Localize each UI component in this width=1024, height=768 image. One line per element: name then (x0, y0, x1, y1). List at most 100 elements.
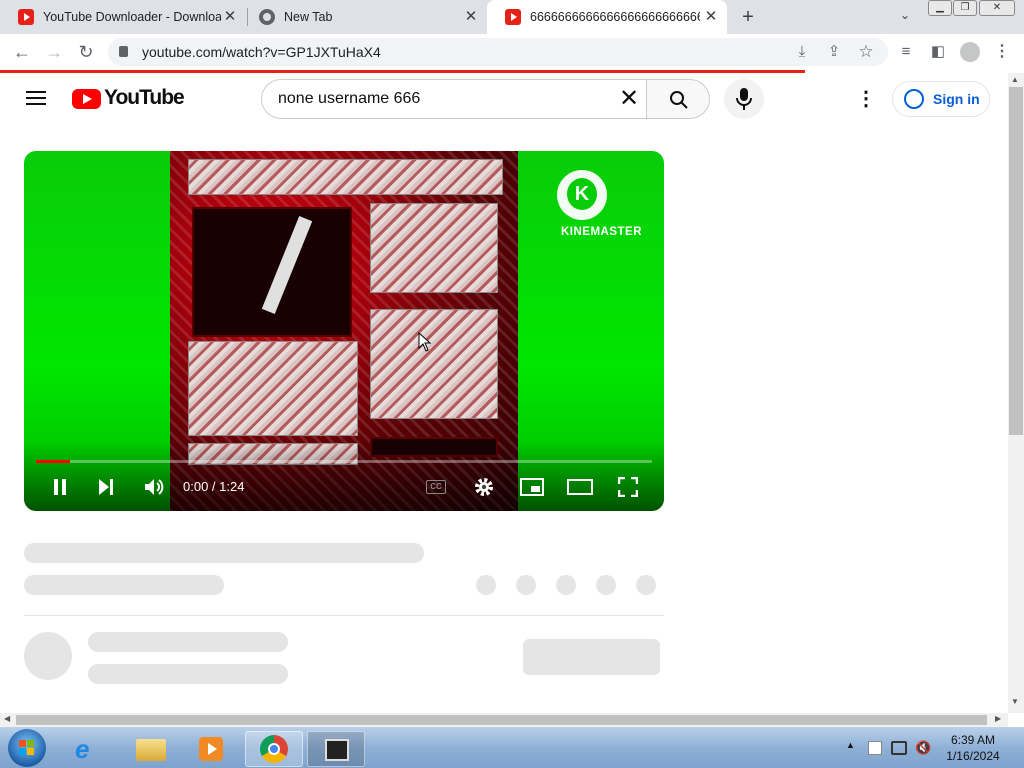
clock-time: 6:39 AM (950, 733, 996, 747)
settings-button[interactable] (472, 475, 496, 499)
action-placeholder (556, 575, 576, 595)
folder-icon (136, 739, 166, 761)
tab-title: 66666666666666666666666666666666 (530, 10, 700, 24)
minimize-button[interactable]: ▁ (928, 0, 952, 16)
microphone-icon (736, 88, 752, 110)
account-circle-icon (904, 89, 924, 109)
film-strip-icon (325, 739, 349, 761)
kinemaster-watermark: KINEMASTER (561, 226, 643, 238)
youtube-favicon-icon (505, 9, 521, 25)
title-placeholder (24, 543, 424, 563)
chrome-icon (260, 735, 288, 763)
action-center-flag-icon[interactable] (868, 741, 882, 755)
theater-mode-button[interactable] (566, 475, 594, 499)
install-app-icon[interactable]: ⤓ (788, 34, 816, 70)
progress-bar[interactable] (36, 460, 652, 463)
windows-logo-icon (19, 748, 26, 755)
divider (24, 615, 664, 616)
url-text[interactable]: youtube.com/watch?v=GP1JXTuHaX4 (142, 34, 381, 70)
close-tab-icon[interactable]: ✕ (222, 9, 238, 25)
tab-youtube-downloader[interactable]: YouTube Downloader - Downloader ✕ (0, 0, 246, 34)
side-panel-icon[interactable]: ◧ (924, 34, 952, 70)
tab-search-chevron-icon[interactable]: ⌄ (896, 8, 914, 26)
internet-explorer-icon: e (75, 734, 90, 764)
network-icon[interactable] (891, 741, 907, 755)
windows-logo-icon (19, 740, 26, 747)
pause-button[interactable] (48, 475, 72, 499)
voice-search-button[interactable] (724, 79, 764, 119)
scroll-right-arrow-icon[interactable]: ▶ (995, 714, 1001, 723)
reload-icon[interactable]: ↻ (72, 34, 100, 70)
close-tab-icon[interactable]: ✕ (703, 9, 719, 25)
new-tab-button[interactable]: + (738, 6, 758, 28)
skip-next-icon (99, 479, 113, 495)
volume-muted-icon[interactable]: 🔇 (915, 740, 931, 756)
scroll-left-arrow-icon[interactable]: ◀ (4, 714, 10, 723)
windows-logo-icon (27, 740, 34, 747)
taskbar-file-explorer[interactable] (121, 731, 179, 767)
taskbar-video-editor[interactable] (307, 731, 365, 767)
start-button[interactable] (8, 729, 46, 767)
show-hidden-icons-icon[interactable]: ▲ (846, 740, 855, 750)
youtube-logo-icon[interactable] (72, 89, 101, 109)
share-icon[interactable]: ⇪ (820, 34, 848, 70)
youtube-header: YouTube none username 666 ✕ ⋮ Sign in (0, 73, 1008, 125)
search-button[interactable] (646, 79, 710, 119)
close-tab-icon[interactable]: ✕ (463, 9, 479, 25)
taskbar-media-player[interactable] (182, 731, 240, 767)
theater-mode-icon (567, 479, 593, 495)
fullscreen-button[interactable] (616, 475, 640, 499)
lock-icon[interactable] (119, 46, 128, 57)
system-clock[interactable]: 6:39 AM 1/16/2024 (930, 732, 1016, 764)
tab-active-video[interactable]: 66666666666666666666666666666666 ✕ (487, 0, 727, 34)
tab-new-tab[interactable]: New Tab ✕ (241, 0, 487, 34)
action-placeholder (476, 575, 496, 595)
subscribe-placeholder (523, 639, 660, 675)
volume-button[interactable] (141, 475, 167, 499)
video-frame-header (188, 159, 503, 195)
miniplayer-icon (520, 478, 544, 496)
taskbar-chrome[interactable] (245, 731, 303, 767)
back-arrow-icon[interactable]: ← (8, 34, 36, 70)
time-display: 0:00 / 1:24 (183, 479, 245, 494)
vertical-scroll-thumb[interactable] (1009, 87, 1023, 435)
tab-title: New Tab (284, 10, 333, 24)
search-box[interactable]: none username 666 ✕ (261, 79, 647, 119)
browser-toolbar: ← → ↻ youtube.com/watch?v=GP1JXTuHaX4 ⤓ … (0, 34, 1024, 70)
pause-icon (54, 479, 66, 495)
profile-avatar-icon[interactable] (960, 42, 980, 62)
chrome-favicon-icon (259, 9, 275, 25)
action-placeholder (516, 575, 536, 595)
hamburger-menu-icon[interactable] (26, 91, 46, 93)
youtube-logo-text[interactable]: YouTube (104, 86, 185, 110)
sign-in-button[interactable]: Sign in (892, 81, 990, 117)
youtube-downloader-favicon-icon (18, 9, 34, 25)
progress-bar-fill (36, 460, 70, 463)
search-icon (670, 91, 688, 109)
views-placeholder (24, 575, 224, 595)
bookmark-star-icon[interactable]: ☆ (852, 34, 880, 70)
kinemaster-logo-letter: K (567, 178, 597, 210)
taskbar-internet-explorer[interactable]: e (60, 731, 118, 767)
video-frame-panel (370, 203, 498, 293)
tab-title: YouTube Downloader - Downloader (43, 10, 221, 24)
sign-in-label: Sign in (933, 91, 980, 107)
subscribers-placeholder (88, 664, 288, 684)
clear-search-icon[interactable]: ✕ (619, 87, 639, 111)
search-input[interactable]: none username 666 (278, 80, 420, 118)
next-button[interactable] (94, 475, 118, 499)
captions-button[interactable]: CC (426, 480, 446, 494)
scroll-up-arrow-icon[interactable]: ▲ (1011, 75, 1019, 84)
forward-arrow-icon[interactable]: → (40, 34, 68, 70)
action-placeholder (596, 575, 616, 595)
miniplayer-button[interactable] (519, 475, 545, 499)
settings-kebab-icon[interactable]: ⋮ (856, 89, 876, 109)
close-window-button[interactable]: ✕ (979, 0, 1015, 16)
maximize-button[interactable]: ❐ (953, 0, 977, 16)
gear-icon (475, 478, 493, 496)
browser-menu-icon[interactable]: ⋮ (988, 34, 1016, 70)
reading-list-icon[interactable]: ≡ (892, 34, 920, 70)
horizontal-scroll-thumb[interactable] (16, 715, 987, 725)
scroll-down-arrow-icon[interactable]: ▼ (1011, 697, 1019, 706)
mouse-cursor-icon (418, 332, 432, 352)
